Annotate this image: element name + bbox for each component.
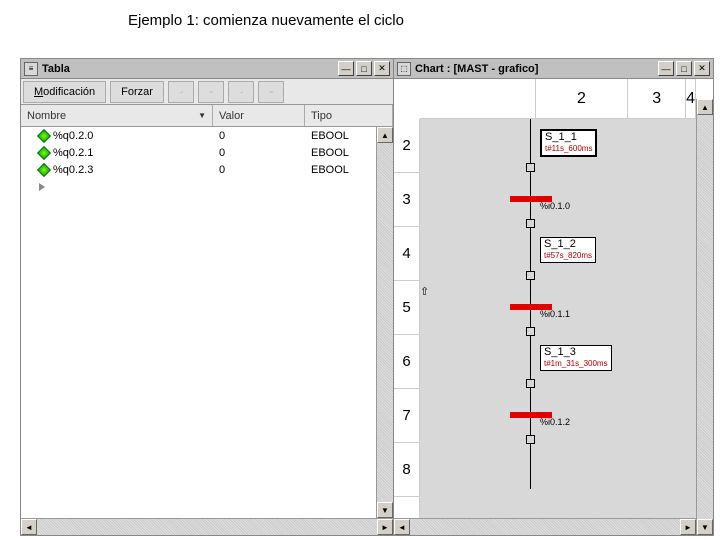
header-tipo[interactable]: Tipo [305,105,393,126]
sfc-step[interactable]: S_1_1t#11s_600ms [540,129,597,157]
tabla-titlebar: ≡ Tabla — □ ✕ [21,59,393,79]
sfc-step[interactable]: S_1_3t#1m_31s_300ms [540,345,612,371]
scrollbar-horizontal[interactable]: ◄ ► [394,518,696,535]
minimize-button[interactable]: — [338,61,354,76]
toolbar-icon-1[interactable] [168,81,194,103]
scrollbar-vertical[interactable]: ▲ ▼ [696,99,713,535]
scroll-down-icon[interactable]: ▼ [697,519,713,535]
sfc-connector [526,271,535,280]
chart-titlebar: ⬚ Chart : [MAST - grafico] — □ ✕ [394,59,713,79]
chart-title: Chart : [MAST - grafico] [415,63,658,75]
toolbar-icon-3[interactable] [228,81,254,103]
sfc-connector [526,163,535,172]
expand-icon [39,183,45,191]
sfc-connector [526,219,535,228]
toolbar-icon-4[interactable] [258,81,284,103]
status-icon [37,145,51,159]
status-icon [37,162,51,176]
tabla-headers: Nombre▼ Valor Tipo [21,105,393,127]
tabla-panel: ≡ Tabla — □ ✕ Modificación Forzar Nombre… [20,58,394,536]
close-button[interactable]: ✕ [374,61,390,76]
sfc-connector [526,435,535,444]
tabla-title: Tabla [42,63,338,75]
scroll-left-icon[interactable]: ◄ [21,519,37,535]
sfc-connector [526,379,535,388]
toolbar-icon-2[interactable] [198,81,224,103]
chart-body: 2 3 4 2 3 4 5 6 7 8 S_1_1t#11s_600ms [394,79,713,535]
scroll-left-icon[interactable]: ◄ [394,519,410,535]
scroll-right-icon[interactable]: ► [680,519,696,535]
status-icon [37,128,51,142]
table-row[interactable]: %q0.2.1 0 EBOOL [21,144,393,161]
maximize-button[interactable]: □ [676,61,692,76]
sfc-transition-label: %i0.1.0 [540,201,570,211]
close-button[interactable]: ✕ [694,61,710,76]
chart-canvas[interactable]: S_1_1t#11s_600ms %i0.1.0 S_1_2t#57s_820m… [420,119,696,518]
tabla-icon: ≡ [24,62,38,76]
header-valor[interactable]: Valor [213,105,305,126]
scroll-up-icon[interactable]: ▲ [697,99,713,115]
forzar-button[interactable]: Forzar [110,81,164,103]
scroll-right-icon[interactable]: ► [377,519,393,535]
chart-ruler-left: 2 3 4 5 6 7 8 [394,119,420,518]
table-row[interactable]: %q0.2.0 0 EBOOL [21,127,393,144]
scrollbar-horizontal[interactable]: ◄ ► [21,518,393,535]
maximize-button[interactable]: □ [356,61,372,76]
minimize-button[interactable]: — [658,61,674,76]
up-arrow-icon: ⇧ [420,285,429,298]
chart-ruler-top: 2 3 4 [420,79,696,119]
scroll-up-icon[interactable]: ▲ [377,127,393,143]
scroll-down-icon[interactable]: ▼ [377,502,393,518]
sfc-connector [526,327,535,336]
page-title: Ejemplo 1: comienza nuevamente el ciclo [128,12,404,29]
tabla-body: %q0.2.0 0 EBOOL %q0.2.1 0 EBOOL %q0.2.3 … [21,127,393,518]
modificacion-button[interactable]: Modificación [23,81,106,103]
sfc-transition-label: %i0.1.1 [540,309,570,319]
tabla-toolbar: Modificación Forzar [21,79,393,105]
table-row-empty[interactable] [21,178,393,195]
sfc-step[interactable]: S_1_2t#57s_820ms [540,237,596,263]
table-row[interactable]: %q0.2.3 0 EBOOL [21,161,393,178]
scrollbar-vertical[interactable]: ▲ ▼ [376,127,393,518]
chart-icon: ⬚ [397,62,411,76]
sort-icon: ▼ [198,111,206,120]
chart-panel: ⬚ Chart : [MAST - grafico] — □ ✕ 2 3 4 2… [393,58,714,536]
header-nombre[interactable]: Nombre▼ [21,105,213,126]
sfc-transition-label: %i0.1.2 [540,417,570,427]
